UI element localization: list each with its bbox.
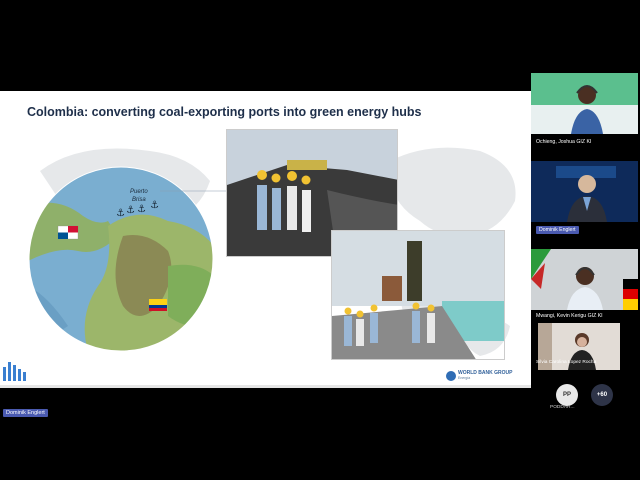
participant-name: Mwangi, Kevin Kerigu GIZ KI <box>536 313 603 319</box>
participant-name: Dominik Englert <box>536 226 579 234</box>
globe-icon <box>446 371 456 381</box>
logo-subtext: Energía <box>458 376 471 380</box>
anchor-icon: ⚓ <box>137 204 146 215</box>
world-bank-logo: WORLD BANK GROUP Energía <box>446 371 512 381</box>
participant-tile[interactable] <box>531 161 638 222</box>
slide-divider <box>0 385 531 388</box>
more-participants-button[interactable]: +60 <box>591 384 613 406</box>
panama-flag-icon <box>57 225 79 240</box>
slide-title: Colombia: converting coal-exporting port… <box>27 105 422 119</box>
anchor-icon: ⚓ <box>126 205 135 216</box>
map-label-brisa: Brisa <box>132 197 146 203</box>
meeting-stage: Colombia: converting coal-exporting port… <box>0 0 640 480</box>
participant-avatar[interactable]: PP <box>556 384 578 406</box>
presenter-name-tag: Dominik Englert <box>3 409 48 417</box>
participant-avatar-label: PODDAR... <box>550 405 575 410</box>
port-photo-pier <box>331 230 505 360</box>
participant-tile[interactable] <box>531 249 638 310</box>
colombia-flag-icon <box>149 299 167 311</box>
anchor-icon: ⚓ <box>150 200 159 211</box>
participant-tile[interactable] <box>531 73 638 134</box>
map-label-puerto: Puerto <box>130 189 148 195</box>
participant-name: Silvia Carolina Lopez Rocha <box>536 360 597 365</box>
organization-logo <box>3 362 26 381</box>
anchor-icon: ⚓ <box>116 208 125 219</box>
participant-name: Ochieng, Joshua GIZ KI <box>536 139 592 145</box>
connector-line <box>160 190 228 192</box>
shared-slide: Colombia: converting coal-exporting port… <box>0 91 531 388</box>
